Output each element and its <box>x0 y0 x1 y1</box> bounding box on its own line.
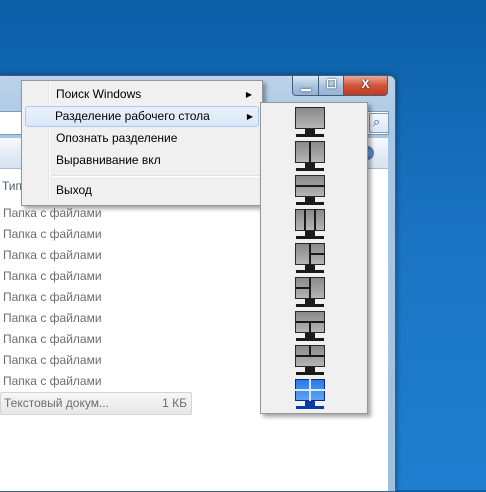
list-item[interactable]: Папка с файлами <box>3 308 188 329</box>
single-monitor-icon[interactable] <box>294 106 326 138</box>
file-size: 1 КБ <box>162 396 187 410</box>
menu-item-desktop-split[interactable]: Разделение рабочего стола ▶ <box>25 106 259 127</box>
three-columns-icon[interactable] <box>294 208 326 240</box>
menu-item-exit[interactable]: Выход <box>24 180 260 201</box>
maximize-button[interactable]: ☐ <box>318 76 345 96</box>
list-item[interactable]: Папка с файлами <box>3 224 188 245</box>
list-item[interactable]: Папка с файлами <box>3 266 188 287</box>
menu-item-identify-split[interactable]: Опознать разделение <box>24 128 260 149</box>
list-item[interactable]: Папка с файлами <box>3 245 188 266</box>
four-quadrants-icon[interactable] <box>294 378 326 410</box>
left-one-right-two-icon[interactable] <box>294 242 326 274</box>
minimize-button[interactable]: ▁ <box>292 76 320 96</box>
submenu-arrow-icon: ▶ <box>245 90 252 99</box>
list-item[interactable]: Папка с файлами <box>3 287 188 308</box>
search-button[interactable]: ⌕ <box>369 113 389 133</box>
list-item[interactable]: Папка с файлами <box>3 329 188 350</box>
split-layouts-submenu <box>260 102 368 414</box>
list-item[interactable]: Папка с файлами <box>3 350 188 371</box>
context-menu: Поиск Windows ▶ Разделение рабочего стол… <box>21 80 263 206</box>
desktop: { "window": { "controls": { "minimize": … <box>0 0 486 492</box>
top-two-bottom-one-icon[interactable] <box>294 344 326 376</box>
list-item[interactable]: Папка с файлами <box>3 371 188 392</box>
list-item[interactable]: Папка с файлами <box>3 203 188 224</box>
search-icon: ⌕ <box>373 114 381 129</box>
menu-item-alignment-on[interactable]: Выравнивание вкл <box>24 150 260 171</box>
submenu-arrow-icon: ▶ <box>246 112 253 121</box>
left-two-right-one-icon[interactable] <box>294 276 326 308</box>
menu-item-windows-search[interactable]: Поиск Windows ▶ <box>24 84 260 105</box>
close-button[interactable]: X <box>343 76 388 96</box>
column-header-type[interactable]: Тип <box>2 179 22 193</box>
selected-list-item[interactable]: Текстовый докум... 1 КБ <box>0 392 192 415</box>
two-rows-icon[interactable] <box>294 174 326 206</box>
top-one-bottom-two-icon[interactable] <box>294 310 326 342</box>
two-columns-icon[interactable] <box>294 140 326 172</box>
file-name: Текстовый докум... <box>4 396 109 410</box>
menu-separator <box>52 175 260 177</box>
